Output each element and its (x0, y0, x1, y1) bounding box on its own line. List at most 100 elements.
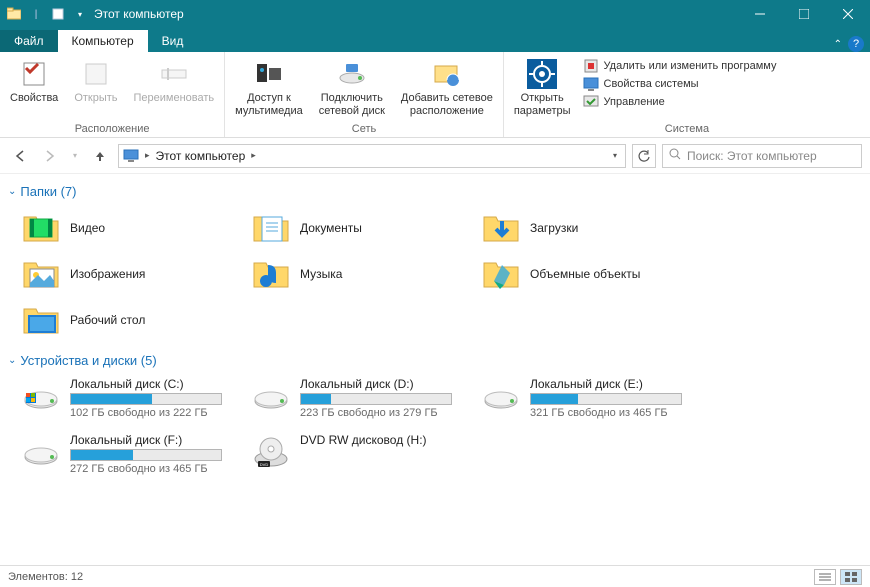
tab-file[interactable]: Файл (0, 30, 58, 52)
status-count: Элементов: 12 (8, 571, 83, 583)
rename-icon (158, 58, 190, 90)
open-icon (80, 58, 112, 90)
media-icon (253, 58, 285, 90)
address-bar[interactable]: ▸ Этот компьютер ▸ ▾ (118, 144, 626, 168)
ribbon-tabs: Файл Компьютер Вид ⌃ ? (0, 28, 870, 52)
drive-item[interactable]: Локальный диск (E:) 321 ГБ свободно из 4… (468, 374, 698, 430)
drive-usage-bar (530, 393, 682, 405)
folder-icon (482, 209, 520, 247)
netdrive-icon (336, 58, 368, 90)
explorer-icon (6, 6, 22, 22)
drive-item[interactable]: Локальный диск (C:) 102 ГБ свободно из 2… (8, 374, 238, 430)
forward-button[interactable] (38, 144, 62, 168)
hard-drive-icon (22, 433, 60, 471)
view-tiles-button[interactable] (840, 569, 862, 585)
folder-item[interactable]: Музыка (238, 251, 468, 297)
sysprops-icon (583, 76, 599, 92)
hard-drive-icon (482, 377, 520, 415)
crumb-separator-icon[interactable]: ▸ (145, 150, 150, 161)
search-icon (669, 148, 681, 163)
uninstall-program-link[interactable]: Удалить или изменить программу (583, 58, 777, 74)
folder-name: Видео (70, 221, 105, 235)
svg-text:DVD: DVD (260, 462, 269, 467)
hard-drive-icon (252, 377, 290, 415)
drive-name: Локальный диск (D:) (300, 377, 452, 391)
system-properties-link[interactable]: Свойства системы (583, 76, 777, 92)
help-icon[interactable]: ? (848, 36, 864, 52)
folder-name: Загрузки (530, 221, 578, 235)
maximize-button[interactable] (782, 0, 826, 28)
folder-item[interactable]: Документы (238, 205, 468, 251)
content-area: ⌄ Папки (7) Видео Документы Загрузки (0, 174, 870, 568)
group-network-label: Сеть (231, 121, 497, 137)
add-network-location-button[interactable]: Добавить сетевое расположение (397, 54, 497, 121)
folder-item[interactable]: Видео (8, 205, 238, 251)
ribbon-collapse-icon[interactable]: ⌃ (834, 39, 842, 50)
address-dropdown-icon[interactable]: ▾ (609, 151, 621, 160)
statusbar: Элементов: 12 (0, 565, 870, 587)
drive-item[interactable]: DVD DVD RW дисковод (H:) (238, 430, 468, 486)
drive-usage-bar (70, 393, 222, 405)
qat-properties-icon[interactable] (50, 6, 66, 22)
drive-item[interactable]: Локальный диск (D:) 223 ГБ свободно из 2… (238, 374, 468, 430)
folder-name: Музыка (300, 267, 342, 281)
settings-icon (526, 58, 558, 90)
folder-item[interactable]: Загрузки (468, 205, 698, 251)
properties-button[interactable]: Свойства (6, 54, 62, 121)
folder-icon (482, 255, 520, 293)
crumb-this-pc[interactable]: Этот компьютер (156, 149, 246, 163)
drive-name: Локальный диск (C:) (70, 377, 222, 391)
section-drives-header[interactable]: ⌄ Устройства и диски (5) (8, 349, 862, 374)
titlebar: | ▾ Этот компьютер (0, 0, 870, 28)
manage-link[interactable]: Управление (583, 94, 777, 110)
folder-icon (22, 255, 60, 293)
close-button[interactable] (826, 0, 870, 28)
folder-icon (252, 255, 290, 293)
folder-item[interactable]: Объемные объекты (468, 251, 698, 297)
netloc-label: Добавить сетевое расположение (401, 92, 493, 117)
window-title: Этот компьютер (94, 7, 184, 21)
refresh-button[interactable] (632, 144, 656, 168)
up-button[interactable] (88, 144, 112, 168)
tab-computer[interactable]: Компьютер (58, 30, 148, 52)
folder-name: Документы (300, 221, 362, 235)
search-box[interactable]: Поиск: Этот компьютер (662, 144, 862, 168)
group-system-label: Система (510, 121, 864, 137)
crumb-separator-icon[interactable]: ▸ (251, 150, 256, 161)
map-drive-button[interactable]: Подключить сетевой диск (315, 54, 389, 121)
drive-usage-bar (300, 393, 452, 405)
chevron-down-icon: ⌄ (8, 355, 16, 366)
qat-separator: | (28, 6, 44, 22)
search-placeholder: Поиск: Этот компьютер (687, 149, 817, 163)
section-folders-header[interactable]: ⌄ Папки (7) (8, 180, 862, 205)
open-button[interactable]: Открыть (70, 54, 121, 121)
uninstall-icon (583, 58, 599, 74)
hard-drive-icon (22, 377, 60, 415)
media-label: Доступ к мультимедиа (235, 92, 303, 117)
media-access-button[interactable]: Доступ к мультимедиа (231, 54, 307, 121)
back-button[interactable] (8, 144, 32, 168)
group-location-label: Расположение (6, 121, 218, 137)
folder-icon (22, 209, 60, 247)
folder-name: Рабочий стол (70, 313, 145, 327)
folder-item[interactable]: Рабочий стол (8, 297, 238, 343)
netloc-icon (431, 58, 463, 90)
ribbon: Свойства Открыть Переименовать Расположе… (0, 52, 870, 138)
open-settings-button[interactable]: Открыть параметры (510, 54, 575, 121)
drive-usage-bar (70, 449, 222, 461)
manage-icon (583, 94, 599, 110)
drive-free-text: 321 ГБ свободно из 465 ГБ (530, 407, 682, 419)
rename-button[interactable]: Переименовать (130, 54, 219, 121)
drive-free-text: 223 ГБ свободно из 279 ГБ (300, 407, 452, 419)
view-details-button[interactable] (814, 569, 836, 585)
computer-icon (123, 148, 139, 164)
qat-dropdown-icon[interactable]: ▾ (72, 6, 88, 22)
drive-free-text: 102 ГБ свободно из 222 ГБ (70, 407, 222, 419)
minimize-button[interactable] (738, 0, 782, 28)
folder-item[interactable]: Изображения (8, 251, 238, 297)
recent-dropdown[interactable]: ▾ (68, 144, 82, 168)
drive-free-text: 272 ГБ свободно из 465 ГБ (70, 463, 222, 475)
tab-view[interactable]: Вид (148, 30, 198, 52)
settings-label: Открыть параметры (514, 92, 571, 117)
drive-item[interactable]: Локальный диск (F:) 272 ГБ свободно из 4… (8, 430, 238, 486)
